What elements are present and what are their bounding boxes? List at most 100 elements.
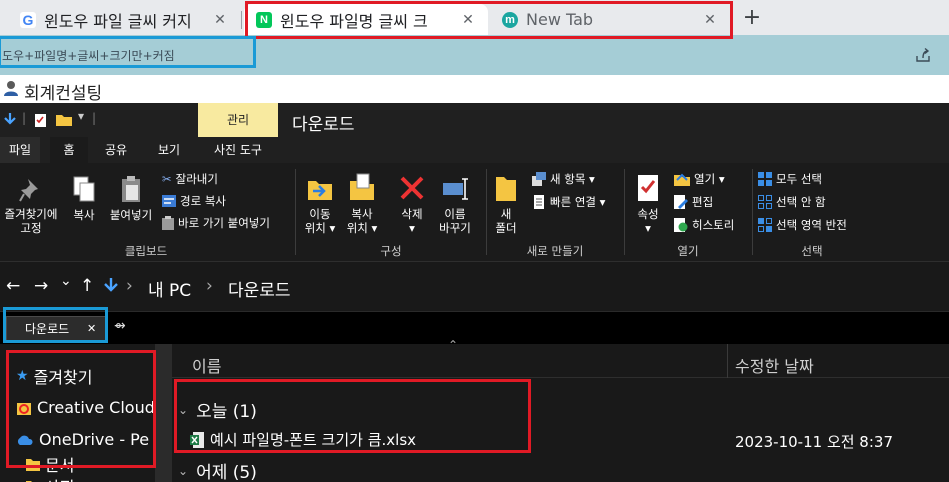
button-label: 편집 xyxy=(692,195,714,209)
sidebar-scrollbar[interactable] xyxy=(155,344,172,482)
tab-file[interactable]: 파일 xyxy=(0,137,40,163)
sidebar-item-documents[interactable]: 문서 xyxy=(26,452,74,476)
scissors-icon: ✂ xyxy=(162,172,172,186)
select-none-button[interactable]: 선택 안 함 xyxy=(758,194,826,210)
breadcrumb-this-pc[interactable]: 내 PC xyxy=(148,276,191,301)
google-icon: G xyxy=(20,11,36,28)
paste-button[interactable]: 붙여넣기 xyxy=(106,175,156,222)
close-icon[interactable]: ✕ xyxy=(458,12,478,28)
chevron-down-icon[interactable]: ▾ xyxy=(78,109,84,123)
button-label: 경로 복사 xyxy=(180,194,226,208)
window-title: 다운로드 xyxy=(292,115,355,135)
paste-shortcut-button[interactable]: 바로 가기 붙여넣기 xyxy=(162,215,270,231)
sidebar-item-quick-access[interactable]: ★ 즐겨찾기 xyxy=(16,364,92,388)
properties-icon xyxy=(638,175,658,201)
properties-button[interactable]: 속성 ▾ xyxy=(630,173,666,235)
column-divider[interactable] xyxy=(727,344,728,378)
new-tab-button[interactable]: + xyxy=(739,6,765,32)
button-label: 복사 xyxy=(351,207,373,221)
sidebar-item-creative-cloud[interactable]: Creative Cloud xyxy=(16,398,155,417)
explorer-tab-downloads[interactable]: 다운로드 ✕ xyxy=(6,316,106,342)
ribbon-tabs: 파일 홈 공유 보기 사진 도구 xyxy=(0,137,949,163)
back-button[interactable]: ← xyxy=(6,276,20,296)
edit-button[interactable]: 편집 xyxy=(674,194,713,210)
cut-button[interactable]: ✂ 잘라내기 xyxy=(162,171,218,187)
button-label: ▾ xyxy=(409,221,415,235)
browser-tab-3[interactable]: m New Tab ✕ xyxy=(490,4,730,35)
button-label: 새 xyxy=(500,207,512,221)
group-header-yesterday[interactable]: ⌄ 어제 (5) xyxy=(178,458,257,482)
tab-title: New Tab xyxy=(526,10,594,29)
close-icon[interactable]: ✕ xyxy=(210,12,230,28)
sidebar-item-onedrive[interactable]: OneDrive - Pe xyxy=(16,430,149,449)
share-icon[interactable] xyxy=(915,47,931,63)
move-to-button[interactable]: 이동 위치 ▾ xyxy=(300,173,340,235)
creative-cloud-icon xyxy=(17,402,31,415)
group-label: 어제 (5) xyxy=(196,463,257,482)
tab-title: 윈도우 파일명 글씨 크 xyxy=(280,11,428,31)
new-folder-icon[interactable] xyxy=(56,113,72,126)
group-header-today[interactable]: ⌄ 오늘 (1) xyxy=(178,397,257,422)
paste-shortcut-icon xyxy=(162,216,174,230)
open-icon xyxy=(674,173,690,186)
folder-icon xyxy=(496,177,516,201)
browser-tab-2[interactable]: N 윈도우 파일명 글씨 크 ✕ xyxy=(244,4,488,35)
add-tab-icon[interactable]: ⇴ xyxy=(114,318,126,334)
chevron-right-icon: ⌄ xyxy=(178,463,189,478)
breadcrumb-separator: › xyxy=(206,276,213,296)
clipboard-icon xyxy=(122,176,140,202)
close-icon[interactable]: ✕ xyxy=(700,12,720,28)
tab-picture-tools[interactable]: 사진 도구 xyxy=(202,137,274,163)
group-label: 오늘 (1) xyxy=(196,402,257,422)
tab-home[interactable]: 홈 xyxy=(50,137,88,163)
column-header-name[interactable]: 이름 xyxy=(192,353,221,377)
folder-icon xyxy=(26,459,40,471)
move-to-icon xyxy=(308,181,332,200)
invert-selection-button[interactable]: 선택 영역 반전 xyxy=(758,217,847,233)
history-button[interactable]: 히스토리 xyxy=(674,217,734,233)
tab-divider xyxy=(241,11,242,29)
select-all-button[interactable]: 모두 선택 xyxy=(758,171,822,187)
search-query-text: 도우+파일명+글씨+크기만+커짐 xyxy=(2,49,175,63)
onedrive-icon xyxy=(17,435,33,445)
sort-chevron-icon: ⌃ xyxy=(448,338,459,352)
address-strip: 도우+파일명+글씨+크기만+커짐 xyxy=(0,35,949,75)
rename-button[interactable]: 이름 바꾸기 xyxy=(434,173,476,235)
group-divider xyxy=(486,169,487,255)
properties-icon[interactable] xyxy=(34,113,48,128)
button-label: 이동 xyxy=(309,207,331,221)
delete-icon xyxy=(400,176,424,200)
group-label-select: 선택 xyxy=(801,244,823,258)
browser-tab-1[interactable]: G 윈도우 파일 글씨 커지 ✕ xyxy=(8,4,240,35)
file-date-modified: 2023-10-11 오전 8:37 xyxy=(735,433,893,451)
forward-button[interactable]: → xyxy=(34,276,48,296)
copy-icon xyxy=(73,176,95,202)
button-label: 이름 xyxy=(444,207,466,221)
new-item-icon xyxy=(532,172,546,186)
group-label-new: 새로 만들기 xyxy=(526,244,584,258)
recent-locations-button[interactable]: ⌄ xyxy=(60,273,72,289)
file-explorer-window: | ▾ | 관리 다운로드 파일 홈 공유 보기 사진 도구 즐겨찾기에 고정 … xyxy=(0,103,949,482)
breadcrumb-downloads[interactable]: 다운로드 xyxy=(228,276,291,301)
copy-path-button[interactable]: 경로 복사 xyxy=(162,193,226,209)
up-button[interactable]: ↑ xyxy=(80,276,94,296)
new-folder-button[interactable]: 새 폴더 xyxy=(490,173,522,235)
avatar xyxy=(4,81,18,96)
delete-button[interactable]: 삭제 ▾ xyxy=(394,173,430,235)
easy-access-button[interactable]: 빠른 연결 ▾ xyxy=(532,194,605,210)
close-icon[interactable]: ✕ xyxy=(87,317,96,341)
tab-view[interactable]: 보기 xyxy=(146,137,192,163)
pin-to-quick-access-button[interactable]: 즐겨찾기에 고정 xyxy=(0,177,62,235)
tab-manage[interactable]: 관리 xyxy=(198,103,278,137)
copy-button[interactable]: 복사 xyxy=(66,175,102,222)
column-header-date-modified[interactable]: 수정한 날짜 xyxy=(735,353,814,377)
rename-icon xyxy=(443,178,468,200)
open-button[interactable]: 열기 ▾ xyxy=(674,171,725,187)
copy-path-icon xyxy=(162,195,176,207)
sidebar-item-pictures[interactable]: 사진 xyxy=(26,474,74,482)
file-row[interactable]: 예시 파일명-폰트 크기가 큼.xlsx xyxy=(190,429,416,450)
tab-share[interactable]: 공유 xyxy=(96,137,136,163)
copy-to-button[interactable]: 복사 위치 ▾ xyxy=(342,173,382,235)
quick-access-toolbar: | ▾ | 관리 다운로드 xyxy=(0,103,949,137)
new-item-button[interactable]: 새 항목 ▾ xyxy=(532,171,595,187)
